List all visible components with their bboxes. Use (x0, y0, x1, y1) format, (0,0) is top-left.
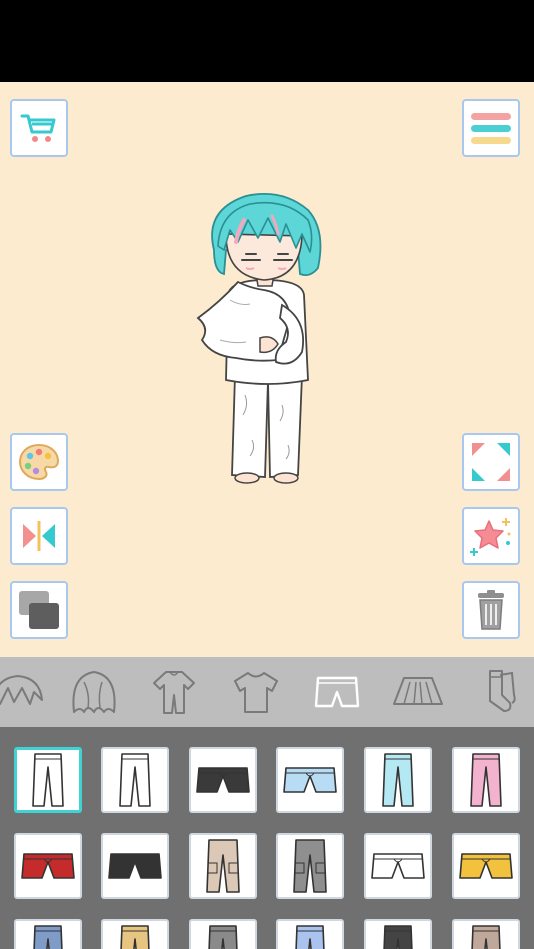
layers-button[interactable] (10, 581, 68, 639)
menu-button[interactable] (462, 99, 520, 157)
pants-icon (119, 753, 151, 807)
cart-icon (20, 114, 56, 142)
clothing-item-tile[interactable] (364, 833, 432, 899)
category-bar (0, 657, 534, 727)
skirt-icon (393, 677, 443, 705)
cargo-icon (293, 839, 327, 893)
pillow (196, 280, 291, 362)
star-effect-icon (470, 518, 511, 556)
clothing-item-tile[interactable] (276, 833, 344, 899)
category-socks[interactable] (470, 667, 530, 717)
menu-icon (471, 113, 511, 144)
clothing-item-tile[interactable] (276, 919, 344, 949)
clothing-item-tile[interactable] (14, 919, 82, 949)
jumpsuit-icon (153, 671, 195, 714)
delete-button[interactable] (462, 581, 520, 639)
category-outfit[interactable] (144, 667, 204, 717)
shorts-icon (283, 767, 337, 793)
hair-back-icon (72, 671, 116, 713)
clothing-item-tile[interactable] (189, 833, 257, 899)
effects-button[interactable] (462, 507, 520, 565)
flip-icon (23, 521, 55, 551)
character-hair (211, 193, 322, 281)
flip-button[interactable] (10, 507, 68, 565)
clothing-item-tile[interactable] (452, 833, 520, 899)
clothing-item-tile[interactable] (364, 747, 432, 813)
shorts-icon (371, 853, 425, 879)
pants-icon (471, 925, 501, 949)
hair-front-icon (0, 675, 43, 706)
pants-icon (470, 753, 502, 807)
item-grid (0, 727, 534, 949)
shop-button[interactable] (10, 99, 68, 157)
category-top[interactable] (226, 667, 286, 717)
pants-icon (383, 925, 413, 949)
fullscreen-button[interactable] (462, 433, 520, 491)
clothing-item-tile[interactable] (276, 747, 344, 813)
clothing-item-tile[interactable] (101, 833, 169, 899)
category-skirt[interactable] (388, 667, 448, 717)
clothing-item-tile[interactable] (189, 919, 257, 949)
socks-icon (489, 670, 516, 712)
category-hair-front[interactable] (0, 667, 46, 717)
layers-icon (19, 591, 59, 629)
pants-icon (382, 753, 414, 807)
clothing-item-tile[interactable] (364, 919, 432, 949)
clothing-item-tile[interactable] (189, 747, 257, 813)
shorts-icon (459, 853, 513, 879)
pants-icon (32, 753, 64, 807)
clothing-item-tile[interactable] (452, 919, 520, 949)
category-bottom[interactable] (307, 667, 367, 717)
category-hair-back[interactable] (64, 667, 124, 717)
clothing-item-tile[interactable] (14, 833, 82, 899)
clothing-item-tile[interactable] (101, 747, 169, 813)
pants-icon (120, 925, 150, 949)
palette-button[interactable] (10, 433, 68, 491)
clothing-item-tile[interactable] (101, 919, 169, 949)
character-figure (196, 193, 322, 484)
fullscreen-icon (472, 443, 510, 481)
palette-icon (18, 443, 60, 481)
character-stage (0, 82, 534, 657)
shorts-icon (108, 853, 162, 879)
pants-icon (208, 925, 238, 949)
status-bar (0, 0, 534, 82)
clothing-item-tile[interactable] (14, 747, 82, 813)
clothing-item-tile[interactable] (452, 747, 520, 813)
tshirt-icon (234, 672, 278, 713)
pants-icon (295, 925, 325, 949)
shorts-icon (196, 767, 250, 793)
cargo-icon (206, 839, 240, 893)
character-pants (231, 373, 303, 478)
shorts-icon (314, 676, 360, 708)
trash-icon (478, 590, 504, 630)
pants-icon (33, 925, 63, 949)
shorts-icon (21, 853, 75, 879)
